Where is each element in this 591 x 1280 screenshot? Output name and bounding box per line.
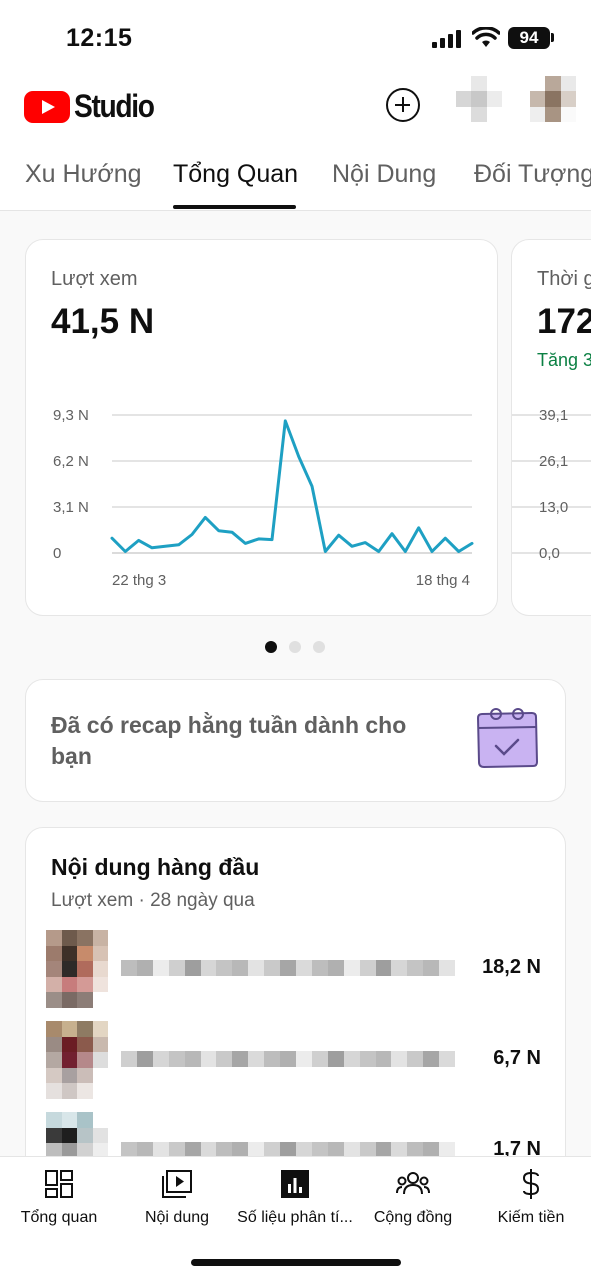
carousel-dot[interactable] bbox=[313, 641, 325, 653]
youtube-studio-logo[interactable]: Studio bbox=[24, 88, 165, 125]
app-header: Studio bbox=[0, 72, 591, 142]
nav-monetization[interactable]: Kiếm tiền bbox=[472, 1167, 590, 1227]
list-item[interactable]: 1,7 N bbox=[46, 1112, 546, 1156]
views-series-line bbox=[110, 419, 474, 553]
carousel-indicator[interactable] bbox=[265, 641, 325, 653]
list-item[interactable]: 6,7 N bbox=[46, 1021, 546, 1099]
nav-analytics[interactable]: Số liệu phân tí... bbox=[236, 1167, 354, 1227]
top-content-subtitle: Lượt xem · 28 ngày qua bbox=[51, 890, 255, 911]
y-tick-label: 0 bbox=[53, 545, 61, 562]
switch-account-icon[interactable] bbox=[456, 76, 502, 122]
content-icon bbox=[162, 1170, 192, 1198]
y-tick-label: 13,0 bbox=[539, 499, 568, 516]
logo-text: Studio bbox=[74, 88, 155, 124]
community-icon bbox=[396, 1172, 430, 1195]
tab-bar: Xu Hướng Tổng Quan Nội Dung Đối Tượng bbox=[0, 142, 591, 211]
x-tick-label: 18 thg 4 bbox=[416, 572, 470, 589]
nav-label: Kiếm tiền bbox=[497, 1209, 565, 1226]
y-tick-label: 39,1 bbox=[539, 407, 568, 424]
y-tick-label: 3,1 N bbox=[53, 499, 89, 516]
y-tick-label: 26,1 bbox=[539, 453, 568, 470]
video-title bbox=[121, 1051, 456, 1067]
active-tab-indicator bbox=[173, 205, 296, 209]
video-thumbnail bbox=[46, 930, 108, 1008]
battery-level: 94 bbox=[508, 27, 550, 49]
nav-label: Tổng quan bbox=[20, 1209, 98, 1226]
status-bar: 12:15 94 bbox=[0, 0, 591, 72]
carousel-dot[interactable] bbox=[289, 641, 301, 653]
video-thumbnail bbox=[46, 1112, 108, 1156]
battery-icon bbox=[551, 33, 554, 42]
y-tick-label: 0,0 bbox=[539, 545, 560, 562]
video-views: 1,7 N bbox=[493, 1138, 541, 1156]
nav-label: Số liệu phân tí... bbox=[237, 1209, 353, 1226]
carousel-dot[interactable] bbox=[265, 641, 277, 653]
x-tick-label: 22 thg 3 bbox=[112, 572, 166, 589]
dollar-icon bbox=[522, 1169, 540, 1199]
tab-audience[interactable]: Đối Tượng bbox=[474, 160, 591, 189]
video-views: 6,7 N bbox=[493, 1047, 541, 1069]
views-metric-card[interactable]: Lượt xem 41,5 N 9,3 N 6,2 N 3,1 N0 22 thg … bbox=[25, 239, 498, 616]
nav-community[interactable]: Cộng đồng bbox=[354, 1167, 472, 1227]
video-views: 18,2 N bbox=[482, 956, 541, 978]
avatar[interactable] bbox=[530, 76, 576, 122]
home-indicator bbox=[191, 1259, 401, 1266]
views-line-chart: 9,3 N 6,2 N 3,1 N 0 22 thg 3 18 thg 4 bbox=[53, 407, 474, 589]
video-thumbnail bbox=[46, 1021, 108, 1099]
calendar-check-icon bbox=[476, 708, 539, 769]
tab-content[interactable]: Nội Dung bbox=[332, 160, 436, 189]
video-title bbox=[121, 960, 456, 976]
youtube-play-icon bbox=[24, 90, 70, 123]
tab-overview[interactable]: Tổng Quan bbox=[173, 160, 298, 189]
status-time: 12:15 bbox=[66, 24, 133, 52]
nav-label: Cộng đồng bbox=[373, 1209, 453, 1226]
top-content-card[interactable]: Nội dung hàng đầu Lượt xem · 28 ngày qua… bbox=[25, 827, 566, 1156]
weekly-recap-card[interactable]: Đã có recap hằng tuần dành cho bạn bbox=[25, 679, 566, 802]
watch-time-chart: 39,1 26,1 13,0 0,0 bbox=[512, 407, 591, 562]
nav-content[interactable]: Nội dung bbox=[118, 1167, 236, 1227]
signal-icon bbox=[432, 30, 461, 48]
y-tick-label: 6,2 N bbox=[53, 453, 89, 470]
wifi-icon bbox=[472, 27, 500, 47]
overview-content[interactable]: Lượt xem 41,5 N 9,3 N 6,2 N 3,1 N0 22 thg … bbox=[0, 211, 591, 1156]
create-button[interactable] bbox=[386, 88, 420, 122]
y-tick-label: 9,3 N bbox=[53, 407, 89, 424]
dashboard-icon bbox=[45, 1170, 73, 1198]
tab-trends[interactable]: Xu Hướng bbox=[25, 160, 142, 189]
video-title bbox=[121, 1142, 456, 1156]
nav-label: Nội dung bbox=[144, 1209, 210, 1226]
analytics-icon bbox=[281, 1170, 309, 1198]
recap-text: Đã có recap hằng tuần dành cho bạn bbox=[51, 712, 407, 769]
watch-time-metric-card[interactable]: Thời g 172 Tăng 3 39,1 26,1 13,0 0,0 bbox=[511, 239, 591, 616]
top-content-title: Nội dung hàng đầu bbox=[51, 854, 260, 880]
nav-dashboard[interactable]: Tổng quan bbox=[0, 1167, 118, 1227]
list-item[interactable]: 18,2 N bbox=[46, 930, 546, 1008]
